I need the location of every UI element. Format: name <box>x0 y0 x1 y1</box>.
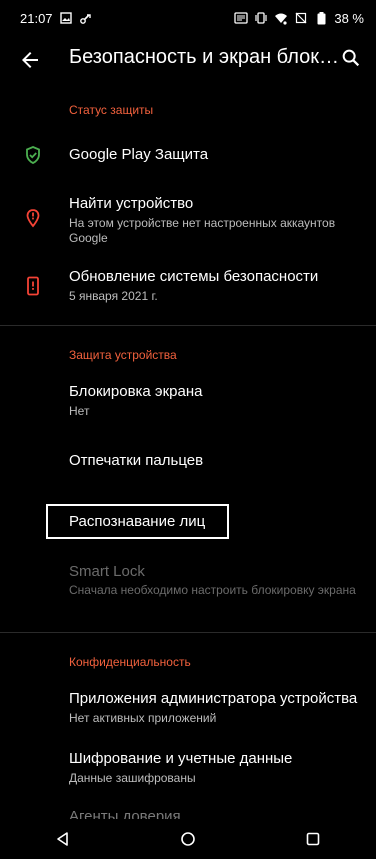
security-update-subtitle: 5 января 2021 г. <box>69 289 158 303</box>
vibrate-icon <box>254 11 268 25</box>
app-bar: Безопасность и экран блокиров... <box>0 36 376 84</box>
section-header-device-protection: Защита устройства <box>69 348 177 362</box>
section-header-protection-status: Статус защиты <box>69 103 154 117</box>
arrow-back-icon <box>22 52 38 68</box>
wifi-icon <box>274 11 288 25</box>
find-device-subtitle: На этом устройстве нет настроенных аккау… <box>69 216 336 245</box>
back-button[interactable] <box>18 48 42 72</box>
encryption-credentials-subtitle: Данные зашифрованы <box>69 771 196 785</box>
fingerprints-item[interactable]: Отпечатки пальцев <box>0 440 376 484</box>
screen-lock-item[interactable]: Блокировка экрана Нет <box>0 378 376 424</box>
trust-agents-title: Агенты доверия <box>69 808 181 819</box>
square-recents-icon <box>307 832 320 846</box>
shield-check-icon <box>23 145 43 165</box>
divider <box>0 325 376 326</box>
smart-lock-item: Smart Lock Сначала необходимо настроить … <box>0 558 376 618</box>
nav-recents-button[interactable] <box>293 819 333 859</box>
google-play-protect-title: Google Play Защита <box>69 146 209 163</box>
circle-home-icon <box>181 832 195 846</box>
search-icon <box>342 49 360 67</box>
trust-agents-item[interactable]: Агенты доверия <box>0 804 376 819</box>
encryption-credentials-item[interactable]: Шифрование и учетные данные Данные зашиф… <box>0 746 376 792</box>
battery-percent: 38 % <box>334 10 364 26</box>
screen-lock-title: Блокировка экрана <box>69 383 203 400</box>
find-device-title: Найти устройство <box>69 195 194 212</box>
nav-back-button[interactable] <box>43 819 83 859</box>
app-notification-icon <box>79 11 93 25</box>
focus-highlight <box>46 504 229 539</box>
status-bar-right: 38 % <box>234 11 364 26</box>
gallery-notification-icon <box>59 11 73 25</box>
find-device-item[interactable]: Найти устройство На этом устройстве нет … <box>0 190 376 250</box>
screen-lock-subtitle: Нет <box>69 404 90 418</box>
status-bar-left: 21:07 <box>20 11 93 26</box>
divider <box>0 632 376 633</box>
no-signal-icon <box>294 11 308 25</box>
battery-icon <box>314 11 328 25</box>
security-update-item[interactable]: Обновление системы безопасности 5 января… <box>0 264 376 310</box>
encryption-credentials-title: Шифрование и учетные данные <box>69 750 293 767</box>
search-button[interactable] <box>340 47 362 69</box>
sim-card-icon <box>234 11 249 25</box>
location-pin-icon <box>23 208 43 228</box>
status-bar: 21:07 38 % <box>0 0 376 36</box>
section-header-privacy: Конфиденциальность <box>69 655 191 669</box>
device-admin-apps-subtitle: Нет активных приложений <box>69 711 217 725</box>
device-admin-apps-item[interactable]: Приложения администратора устройства Нет… <box>0 686 376 732</box>
phone-alert-icon <box>23 276 43 296</box>
security-update-title: Обновление системы безопасности <box>69 268 319 285</box>
status-time: 21:07 <box>20 10 53 26</box>
device-admin-apps-title: Приложения администратора устройства <box>69 690 358 707</box>
triangle-back-icon <box>56 832 68 846</box>
smart-lock-subtitle: Сначала необходимо настроить блокировку … <box>69 583 356 597</box>
nav-home-button[interactable] <box>168 819 208 859</box>
google-play-protect-item[interactable]: Google Play Защита <box>0 133 376 177</box>
fingerprints-title: Отпечатки пальцев <box>69 452 204 469</box>
page-title: Безопасность и экран блокиров... <box>69 46 339 68</box>
navigation-bar <box>0 819 376 859</box>
smart-lock-title: Smart Lock <box>69 563 145 580</box>
